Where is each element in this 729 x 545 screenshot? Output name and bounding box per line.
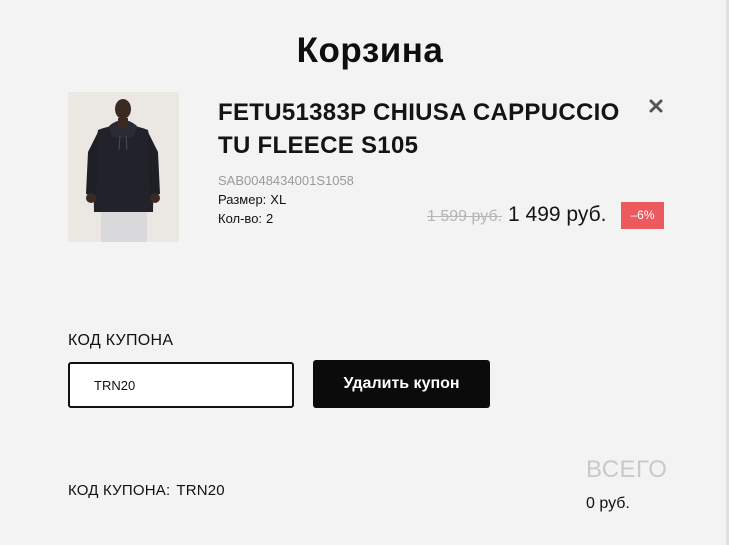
applied-coupon-code: TRN20 [176,482,225,499]
coupon-code-input[interactable] [68,362,294,408]
old-price: 1 599 руб. [427,208,502,225]
product-photo-illustration [68,92,179,242]
remove-item-close-icon[interactable] [646,96,666,116]
product-sku: SAB0048434001S1058 [218,173,354,188]
total-label: ВСЕГО [586,456,668,483]
current-price: 1 499 руб. [508,203,607,226]
size-label: Размер: [218,192,267,207]
remove-coupon-button[interactable]: Удалить купон [313,360,490,408]
product-quantity: Кол-во: 2 [218,211,273,226]
product-name[interactable]: FETU51383P CHIUSA CAPPUCCIO TU FLEECE S1… [218,96,638,162]
product-size: Размер: XL [218,192,286,207]
discount-badge: –6% [621,202,664,229]
page-title: Корзина [296,31,444,71]
applied-coupon: КОД КУПОНА: TRN20 [68,482,225,499]
total-value: 0 руб. [586,495,630,512]
size-value: XL [270,192,287,207]
applied-coupon-label: КОД КУПОНА: [68,482,171,499]
coupon-heading: КОД КУПОНА [68,332,174,349]
product-image[interactable] [68,92,179,242]
quantity-label: Кол-во: [218,211,263,226]
quantity-value: 2 [266,211,274,226]
